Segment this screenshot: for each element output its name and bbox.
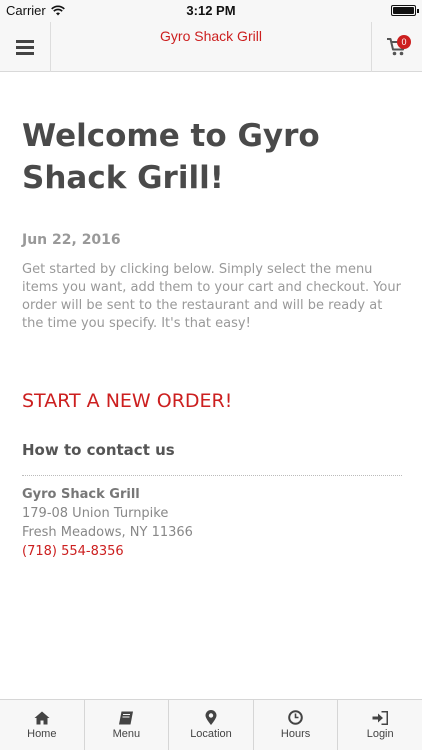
cart-button[interactable]: 0: [371, 22, 422, 72]
page-title: Welcome to Gyro Shack Grill!: [22, 118, 320, 196]
tab-label: Location: [190, 728, 232, 740]
tab-label: Home: [27, 727, 57, 740]
tab-location[interactable]: Location: [169, 700, 254, 750]
tab-label: Login: [366, 727, 394, 740]
tab-bar: Home Menu Location Hours Login: [0, 699, 422, 750]
home-icon: [34, 711, 50, 724]
tab-home[interactable]: Home: [0, 700, 85, 750]
status-bar: Carrier 3:12 PM: [0, 0, 422, 22]
map-marker-icon: [205, 710, 217, 725]
main-content: Welcome to Gyro Shack Grill! Jun 22, 201…: [22, 73, 402, 561]
address-line-2: Fresh Meadows, NY 11366: [22, 525, 193, 540]
phone-link[interactable]: (718) 554-8356: [22, 542, 402, 561]
intro-text: Get started by clicking below. Simply se…: [22, 262, 401, 331]
book-icon: [119, 711, 134, 724]
restaurant-name: Gyro Shack Grill: [22, 487, 140, 502]
menu-button[interactable]: [0, 22, 51, 72]
tab-hours[interactable]: Hours: [254, 700, 339, 750]
tab-label: Menu: [112, 727, 141, 740]
clock-icon: [288, 710, 303, 725]
nav-bar: Gyro Shack Grill 0: [0, 22, 422, 72]
address-line-1: 179-08 Union Turnpike: [22, 506, 169, 521]
hamburger-icon: [16, 39, 34, 55]
tab-login[interactable]: Login: [338, 700, 422, 750]
battery-icon: [391, 5, 419, 16]
start-new-order-link[interactable]: START A NEW ORDER!: [22, 390, 402, 412]
sign-in-icon: [372, 710, 389, 725]
tab-menu[interactable]: Menu: [85, 700, 170, 750]
tab-label: Hours: [280, 728, 311, 740]
divider: [22, 475, 402, 476]
cart-count-badge: 0: [397, 35, 411, 49]
post-date: Jun 22, 2016: [22, 232, 121, 248]
nav-title: Gyro Shack Grill: [160, 28, 262, 44]
contact-heading: How to contact us: [22, 441, 175, 459]
status-time: 3:12 PM: [186, 3, 236, 18]
